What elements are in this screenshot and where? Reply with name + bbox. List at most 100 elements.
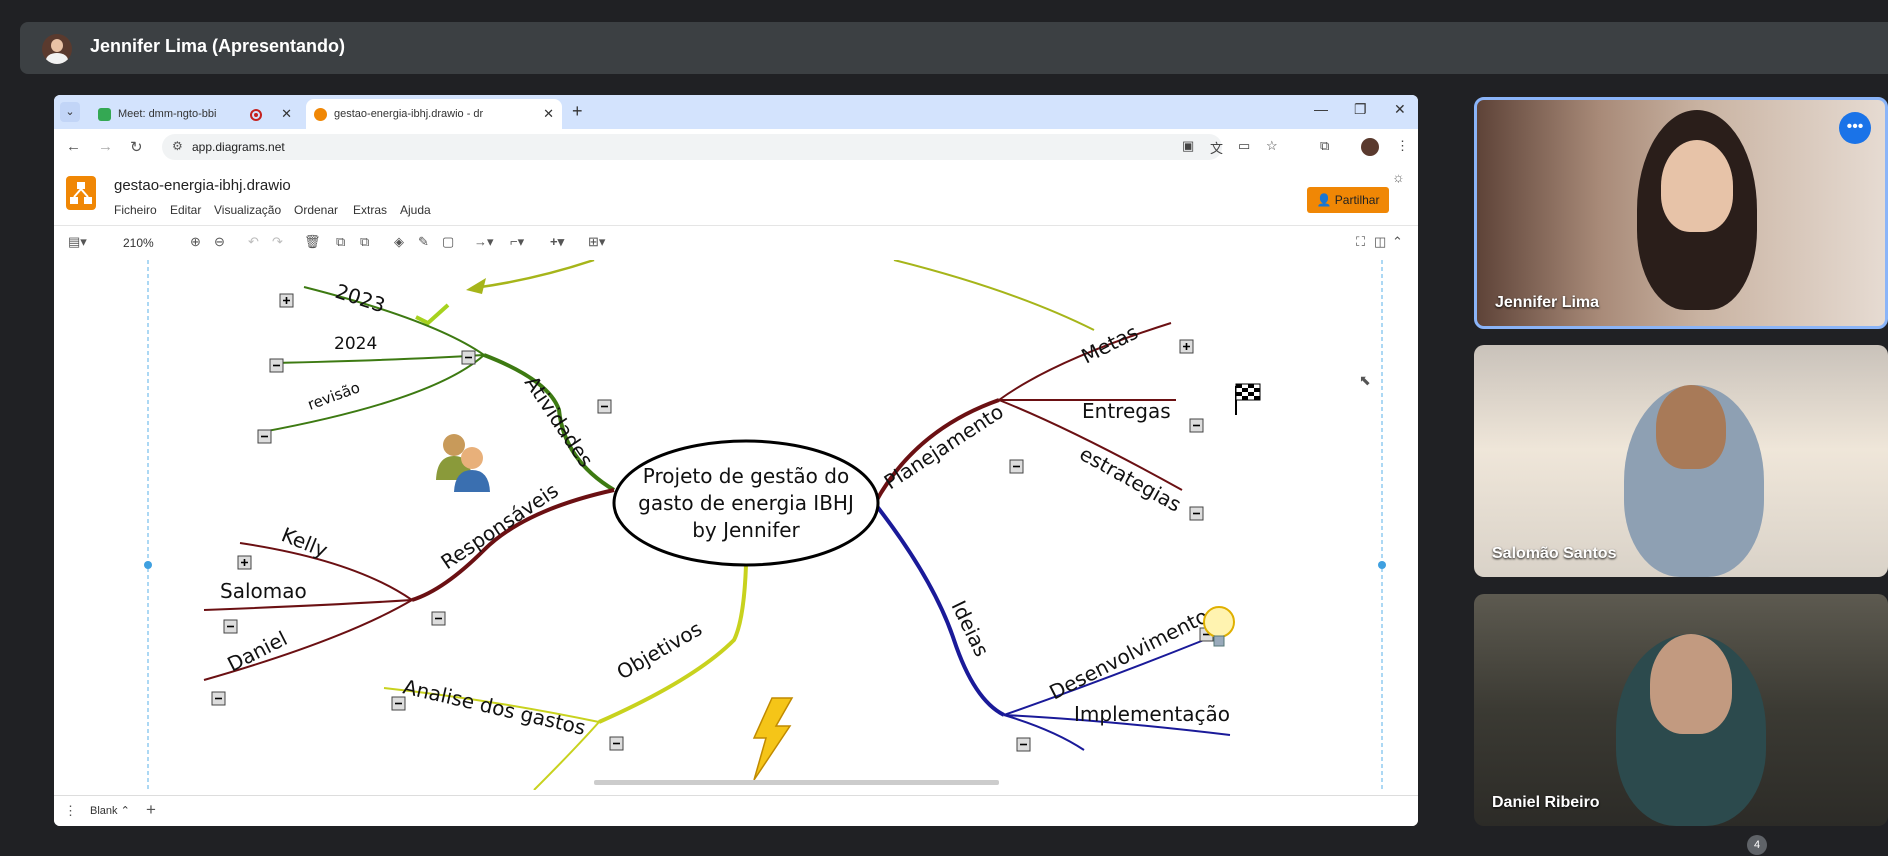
close-tab-icon[interactable]: ✕	[543, 99, 554, 129]
expand-metas-icon[interactable]	[1179, 339, 1194, 354]
collapse-2024-icon[interactable]	[269, 358, 284, 373]
participant-tile-jennifer[interactable]: ••• Jennifer Lima	[1474, 97, 1888, 329]
checkmark-icon	[415, 303, 450, 326]
expand-kelly-icon[interactable]	[237, 555, 252, 570]
branch-planejamento[interactable]: Planejamento	[880, 399, 1008, 494]
leaf-2023[interactable]: 2023	[332, 279, 388, 318]
undo-icon[interactable]: ↶	[248, 234, 259, 250]
page-tabs-bar: ⋮ Blank ⌃ +	[54, 795, 1418, 826]
collapse-icon[interactable]: ⌃	[1392, 234, 1403, 250]
page-icon[interactable]: ▭	[1238, 138, 1250, 154]
collapse-atividades-icon[interactable]	[461, 350, 476, 365]
collapse-center-icon[interactable]	[597, 399, 612, 414]
theme-icon[interactable]: ☼	[1392, 169, 1405, 185]
share-button[interactable]: 👤 Partilhar	[1307, 187, 1389, 213]
participant-tile-salomao[interactable]: Salomão Santos	[1474, 345, 1888, 577]
participant-count-badge[interactable]: 4	[1747, 835, 1767, 855]
zoom-select[interactable]: 210%	[123, 236, 154, 250]
menu-extras[interactable]: Extras	[353, 203, 387, 217]
pages-menu-icon[interactable]: ⋮	[64, 803, 77, 819]
collapse-ideias-icon[interactable]	[1016, 737, 1031, 752]
collapse-salomao-icon[interactable]	[223, 619, 238, 634]
arrow-head-icon	[466, 278, 486, 294]
to-back-icon[interactable]: ⧉	[360, 234, 369, 250]
to-front-icon[interactable]: ⧉	[336, 234, 345, 250]
fullscreen-icon[interactable]: ⛶	[1356, 234, 1365, 250]
site-info-icon[interactable]: ⚙	[172, 139, 183, 153]
translate-icon[interactable]: 文	[1210, 138, 1223, 157]
collapse-responsaveis-icon[interactable]	[431, 611, 446, 626]
reload-icon[interactable]: ↻	[130, 138, 143, 156]
collapse-revisao-icon[interactable]	[257, 429, 272, 444]
nav-bar: ← → ↻ ⚙ app.diagrams.net ▣ 文 ▭ ☆ ⧉ ⋮	[54, 129, 1418, 165]
collapse-objetivos-icon[interactable]	[609, 736, 624, 751]
new-tab-icon[interactable]: +	[572, 101, 583, 122]
insert-icon[interactable]: +▾	[550, 234, 564, 250]
file-title[interactable]: gestao-energia-ibhj.drawio	[114, 177, 291, 194]
participant-face	[1656, 385, 1726, 469]
lightning-icon	[752, 697, 794, 781]
finish-flag-icon	[1235, 383, 1261, 415]
branch-ideias[interactable]: Ideias	[947, 597, 994, 661]
branch-atividades[interactable]: Atividades	[520, 371, 598, 471]
leaf-implementacao[interactable]: Implementação	[1074, 702, 1230, 726]
participant-name: Salomão Santos	[1492, 545, 1617, 562]
line-color-icon[interactable]: ✎	[418, 234, 429, 250]
menu-ordenar[interactable]: Ordenar	[294, 203, 338, 217]
collapse-estrategias-icon[interactable]	[1189, 506, 1204, 521]
collapse-daniel-icon[interactable]	[211, 691, 226, 706]
page-tab-blank[interactable]: Blank ⌃	[82, 802, 138, 819]
leaf-revisao[interactable]: revisão	[305, 378, 362, 413]
leaf-entregas[interactable]: Entregas	[1082, 399, 1171, 423]
more-options-icon[interactable]: •••	[1839, 112, 1871, 144]
delete-icon[interactable]: 🗑	[304, 234, 321, 250]
redo-icon[interactable]: ↷	[272, 234, 283, 250]
page-tab-label: Blank	[90, 805, 118, 817]
menu-ajuda[interactable]: Ajuda	[400, 203, 431, 217]
zoom-in-icon[interactable]: ⊕	[190, 234, 201, 250]
menu-visualizacao[interactable]: Visualização	[214, 203, 281, 217]
collapse-entregas-icon[interactable]	[1189, 418, 1204, 433]
tab-meet[interactable]: Meet: dmm-ngto-bbi ✕	[90, 99, 300, 129]
restore-icon[interactable]: ❐	[1354, 101, 1367, 118]
shadow-icon[interactable]: ▢	[442, 234, 454, 250]
tab-search-icon[interactable]: ⌄	[60, 102, 80, 122]
minimize-icon[interactable]: —	[1314, 101, 1328, 117]
zoom-out-icon[interactable]: ⊖	[214, 234, 225, 250]
leaf-daniel[interactable]: Daniel	[223, 626, 291, 676]
connection-icon[interactable]: →▾	[474, 234, 494, 250]
participant-name: Daniel Ribeiro	[1492, 794, 1600, 811]
back-icon[interactable]: ←	[66, 138, 81, 155]
profile-avatar[interactable]	[1361, 138, 1379, 156]
branch-responsaveis[interactable]: Responsáveis	[436, 478, 562, 574]
extensions-icon[interactable]: ⧉	[1320, 138, 1329, 154]
bookmark-star-icon[interactable]: ☆	[1266, 138, 1278, 154]
fill-color-icon[interactable]: ◈	[394, 234, 404, 250]
table-icon[interactable]: ⊞▾	[588, 234, 605, 250]
horizontal-scrollbar[interactable]	[594, 780, 999, 785]
tab-drawio[interactable]: gestao-energia-ibhj.drawio - dr ✕	[306, 99, 562, 129]
collapse-analise-icon[interactable]	[391, 696, 406, 711]
leaf-estrategias[interactable]: estrategias	[1076, 441, 1186, 516]
close-window-icon[interactable]: ✕	[1394, 101, 1406, 118]
address-bar[interactable]: ⚙ app.diagrams.net	[162, 134, 1222, 160]
diagram-canvas[interactable]: Projeto de gestão do gasto de energia IB…	[54, 260, 1418, 790]
menu-ficheiro[interactable]: Ficheiro	[114, 203, 157, 217]
expand-2023-icon[interactable]	[279, 293, 294, 308]
collapse-planejamento-icon[interactable]	[1009, 459, 1024, 474]
browser-menu-icon[interactable]: ⋮	[1396, 138, 1409, 154]
cast-icon[interactable]: ▣	[1182, 138, 1194, 154]
format-toggle-icon[interactable]: ◫	[1374, 234, 1386, 250]
add-page-icon[interactable]: +	[146, 800, 156, 820]
leaf-desenvolvimento[interactable]: Desenvolvimento	[1045, 604, 1212, 705]
leaf-analise[interactable]: Analise dos gastos	[401, 674, 588, 739]
format-panel-icon[interactable]: ▤▾	[68, 234, 87, 250]
menu-editar[interactable]: Editar	[170, 203, 201, 217]
waypoints-icon[interactable]: ⌐▾	[510, 234, 524, 250]
leaf-salomao[interactable]: Salomao	[220, 579, 307, 603]
close-tab-icon[interactable]: ✕	[281, 99, 292, 129]
forward-icon[interactable]: →	[98, 138, 113, 155]
participant-tile-daniel[interactable]: Daniel Ribeiro	[1474, 594, 1888, 826]
participant-name: Jennifer Lima	[1495, 294, 1600, 311]
leaf-2024[interactable]: 2024	[334, 334, 377, 354]
